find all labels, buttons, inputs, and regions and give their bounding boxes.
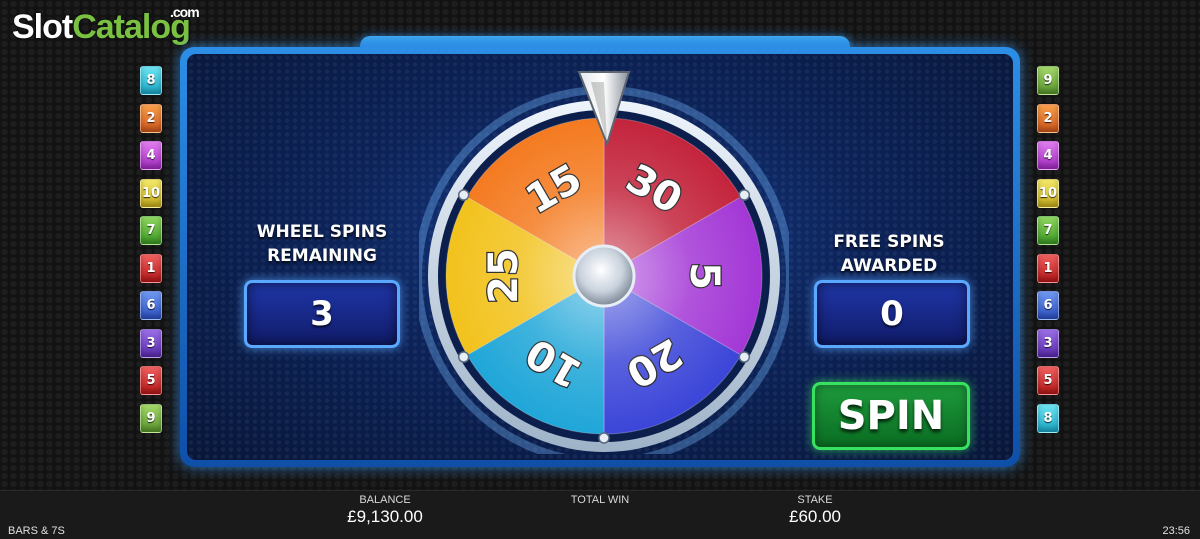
prize-wheel: 30520102515 (419, 71, 789, 454)
payline-number-6: 6 (140, 291, 162, 320)
slotcatalog-logo: SlotCatalog .com (12, 4, 200, 46)
payline-number-9: 9 (1037, 66, 1059, 95)
wheel-spins-label: WHEEL SPINS REMAINING (256, 222, 388, 266)
payline-number-8: 8 (1037, 403, 1059, 433)
status-bar: BALANCE £9,130.00 TOTAL WIN STAKE £60.00… (0, 490, 1200, 539)
free-spins-awarded-value: 0 (814, 280, 970, 348)
total-win-display: TOTAL WIN (570, 494, 630, 506)
payline-number-10: 10 (1037, 178, 1059, 208)
bonus-wheel-panel: WHEEL SPINS REMAINING 3 FREE SPINS AWARD… (180, 47, 1020, 467)
wheel-peg (738, 351, 751, 363)
free-spins-label: FREE SPINS AWARDED (833, 232, 945, 276)
payline-number-7: 7 (1037, 216, 1059, 245)
payline-number-3: 3 (1037, 328, 1059, 358)
wheel-spins-remaining-value: 3 (244, 280, 400, 348)
wheel-peg (457, 189, 470, 201)
clock: 23:56 (1162, 525, 1190, 537)
payline-number-9: 9 (140, 403, 162, 433)
payline-number-2: 2 (1037, 103, 1059, 133)
left-payline-column: 8 2 4 10 7 1 6 3 5 9 (140, 66, 162, 433)
wheel-peg (457, 351, 470, 363)
wheel-hub (572, 244, 636, 308)
payline-number-10: 10 (140, 178, 162, 208)
payline-number-4: 4 (1037, 141, 1059, 170)
wheel-peg (598, 432, 610, 444)
payline-number-1: 1 (140, 253, 162, 283)
payline-number-7: 7 (140, 216, 162, 245)
stake-display: STAKE £60.00 (789, 494, 841, 526)
payline-number-6: 6 (1037, 291, 1059, 320)
spin-button[interactable]: SPIN (812, 382, 970, 450)
right-payline-column: 9 2 4 10 7 1 6 3 5 8 (1037, 66, 1059, 433)
payline-number-2: 2 (140, 103, 162, 133)
balance-display: BALANCE £9,130.00 (347, 494, 423, 526)
game-name: BARS & 7S (8, 525, 65, 537)
payline-number-1: 1 (1037, 253, 1059, 283)
payline-number-4: 4 (140, 141, 162, 170)
wheel-peg (738, 189, 751, 201)
payline-number-8: 8 (140, 66, 162, 95)
payline-number-5: 5 (1037, 366, 1059, 395)
payline-number-5: 5 (140, 366, 162, 395)
payline-number-3: 3 (140, 328, 162, 358)
